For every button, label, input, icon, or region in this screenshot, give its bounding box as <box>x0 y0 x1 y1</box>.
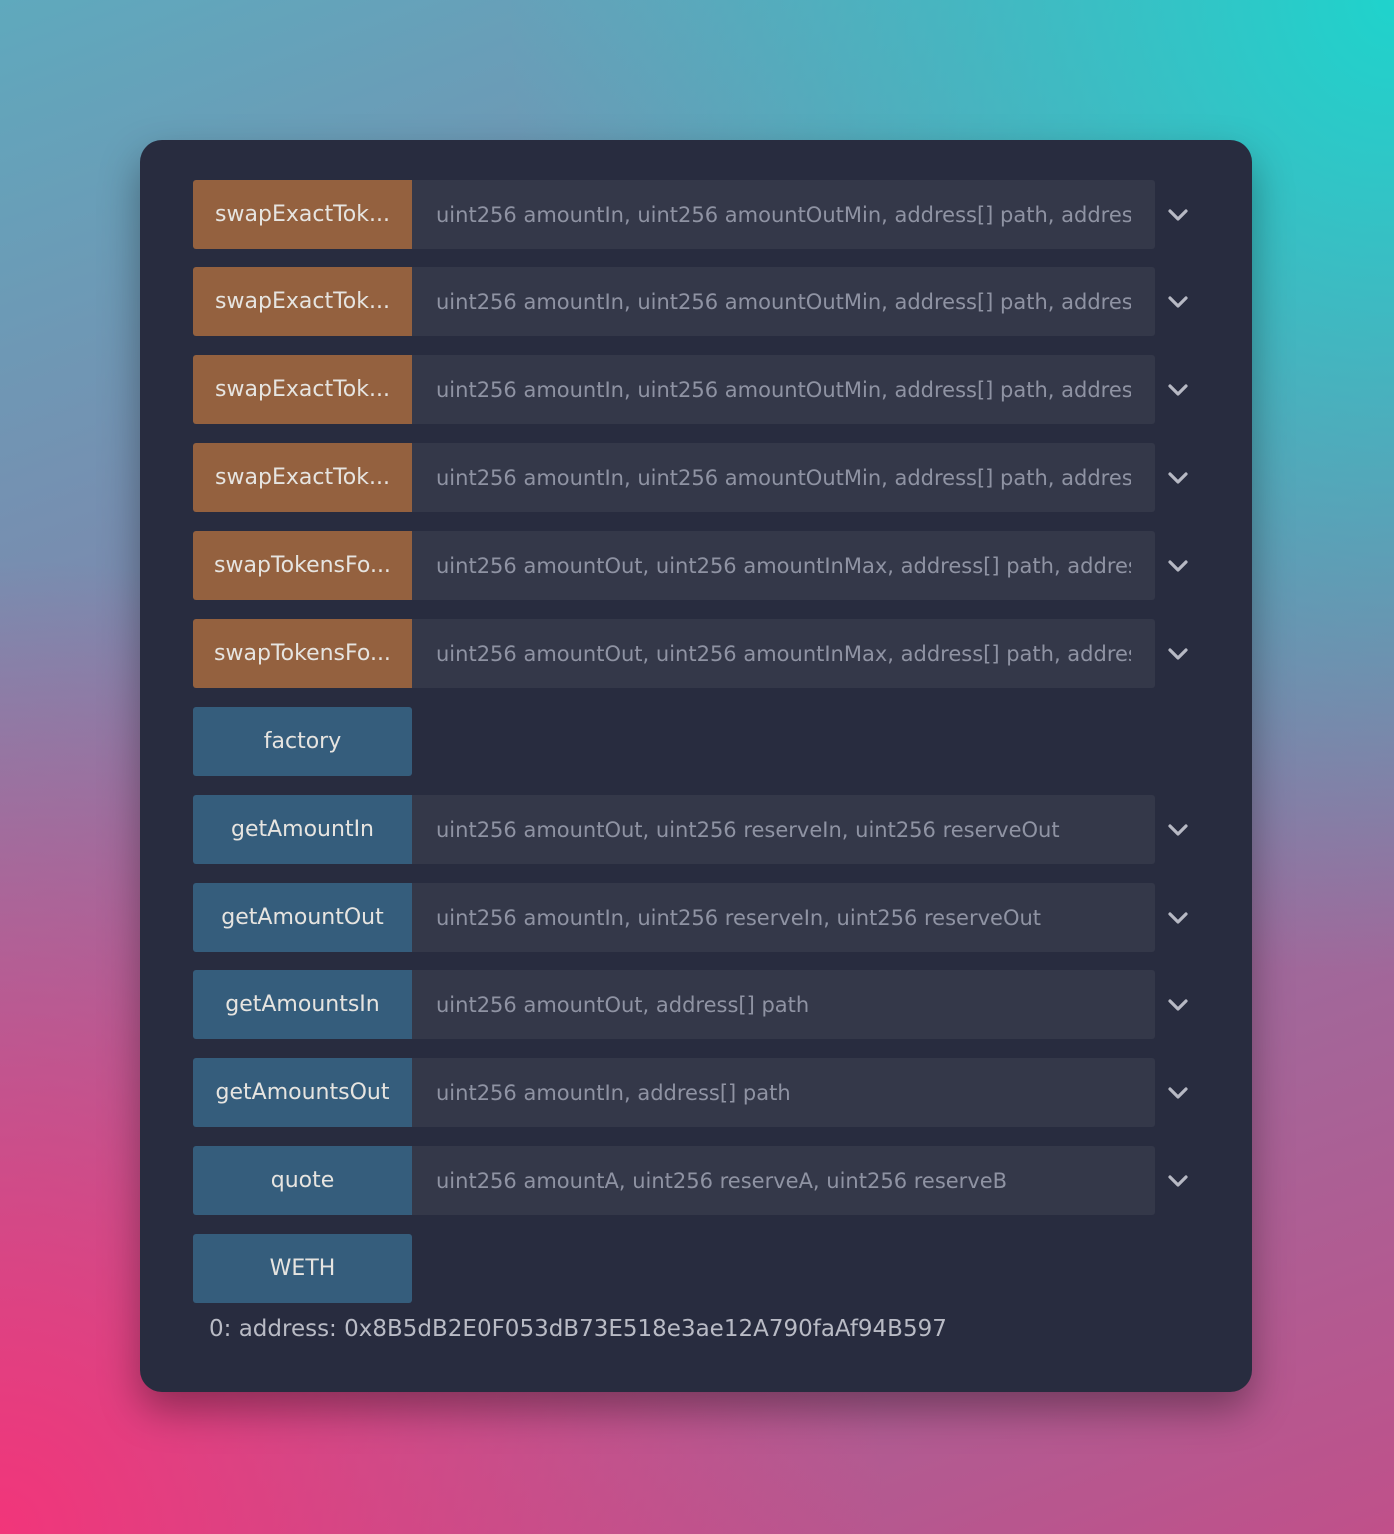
swap-exact-tokens-params-input-1[interactable] <box>412 180 1155 249</box>
chevron-down-icon[interactable] <box>1155 355 1201 424</box>
function-row-weth: WETH <box>193 1234 412 1303</box>
get-amounts-out-params-input[interactable] <box>412 1058 1155 1127</box>
weth-call-result: 0: address: 0x8B5dB2E0F053dB73E518e3ae12… <box>209 1316 947 1342</box>
function-row-get-amounts-in: getAmountsIn <box>193 970 1201 1039</box>
function-row-factory: factory <box>193 707 412 776</box>
function-row-swap-tokens-for-1: swapTokensFo... <box>193 531 1201 600</box>
function-row-swap-tokens-for-2: swapTokensFo... <box>193 619 1201 688</box>
factory-button[interactable]: factory <box>193 707 412 776</box>
get-amounts-in-button[interactable]: getAmountsIn <box>193 970 412 1039</box>
get-amounts-in-params-input[interactable] <box>412 970 1155 1039</box>
quote-params-input[interactable] <box>412 1146 1155 1215</box>
chevron-down-icon[interactable] <box>1155 1058 1201 1127</box>
swap-exact-tokens-button-3[interactable]: swapExactTok... <box>193 355 412 424</box>
function-row-swap-exact-tokens-2: swapExactTok... <box>193 267 1201 336</box>
get-amount-in-button[interactable]: getAmountIn <box>193 795 412 864</box>
chevron-down-icon[interactable] <box>1155 180 1201 249</box>
get-amounts-out-button[interactable]: getAmountsOut <box>193 1058 412 1127</box>
get-amount-out-params-input[interactable] <box>412 883 1155 952</box>
get-amount-in-params-input[interactable] <box>412 795 1155 864</box>
chevron-down-icon[interactable] <box>1155 883 1201 952</box>
contract-functions-panel: swapExactTok... swapExactTok... swapExac… <box>140 140 1252 1392</box>
chevron-down-icon[interactable] <box>1155 531 1201 600</box>
get-amount-out-button[interactable]: getAmountOut <box>193 883 412 952</box>
chevron-down-icon[interactable] <box>1155 1146 1201 1215</box>
chevron-down-icon[interactable] <box>1155 619 1201 688</box>
function-row-swap-exact-tokens-3: swapExactTok... <box>193 355 1201 424</box>
function-row-swap-exact-tokens-1: swapExactTok... <box>193 180 1201 249</box>
function-row-swap-exact-tokens-4: swapExactTok... <box>193 443 1201 512</box>
swap-tokens-for-button-1[interactable]: swapTokensFo... <box>193 531 412 600</box>
swap-exact-tokens-params-input-2[interactable] <box>412 267 1155 336</box>
swap-tokens-for-button-2[interactable]: swapTokensFo... <box>193 619 412 688</box>
chevron-down-icon[interactable] <box>1155 267 1201 336</box>
swap-tokens-for-params-input-1[interactable] <box>412 531 1155 600</box>
weth-button[interactable]: WETH <box>193 1234 412 1303</box>
swap-exact-tokens-params-input-3[interactable] <box>412 355 1155 424</box>
function-row-get-amounts-out: getAmountsOut <box>193 1058 1201 1127</box>
chevron-down-icon[interactable] <box>1155 970 1201 1039</box>
chevron-down-icon[interactable] <box>1155 443 1201 512</box>
swap-tokens-for-params-input-2[interactable] <box>412 619 1155 688</box>
quote-button[interactable]: quote <box>193 1146 412 1215</box>
function-row-quote: quote <box>193 1146 1201 1215</box>
chevron-down-icon[interactable] <box>1155 795 1201 864</box>
function-row-get-amount-out: getAmountOut <box>193 883 1201 952</box>
function-row-get-amount-in: getAmountIn <box>193 795 1201 864</box>
swap-exact-tokens-button-4[interactable]: swapExactTok... <box>193 443 412 512</box>
swap-exact-tokens-button-2[interactable]: swapExactTok... <box>193 267 412 336</box>
swap-exact-tokens-params-input-4[interactable] <box>412 443 1155 512</box>
swap-exact-tokens-button-1[interactable]: swapExactTok... <box>193 180 412 249</box>
